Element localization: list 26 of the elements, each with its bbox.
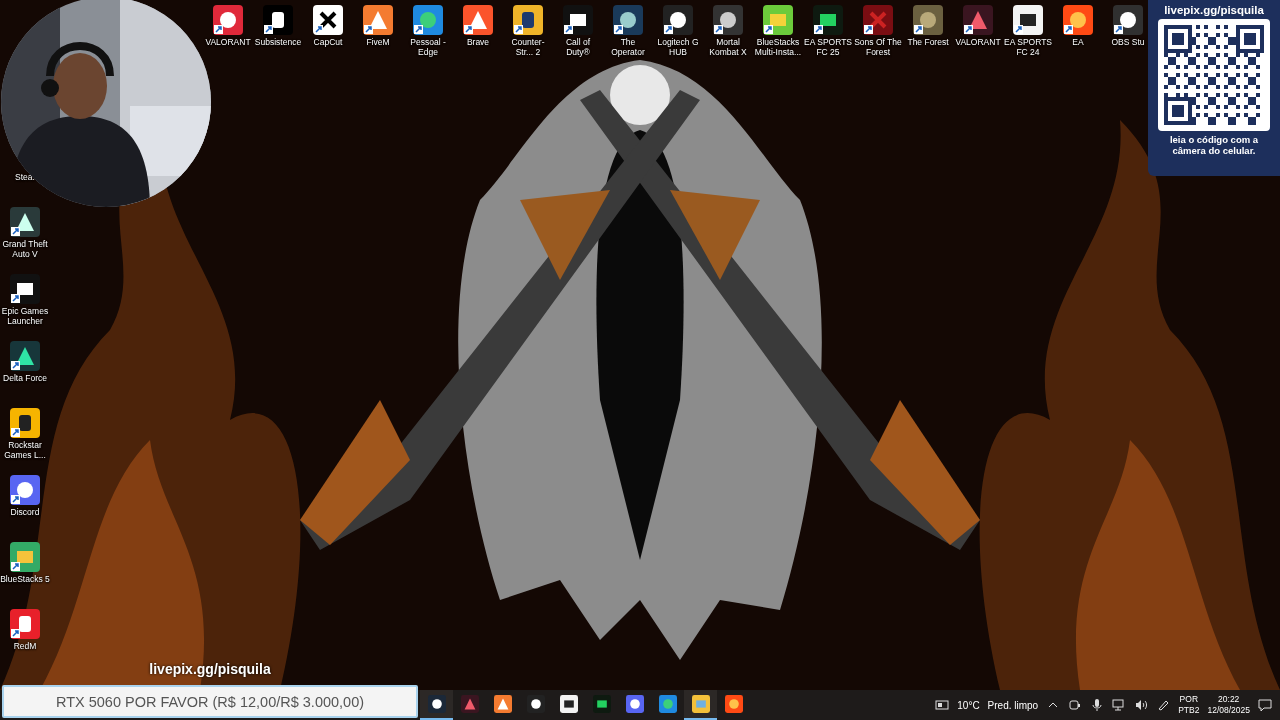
keyboard-layout[interactable]: PTB2 [1178,705,1200,716]
app-icon [493,695,512,713]
camera-icon[interactable] [1068,698,1083,712]
app-icon [724,695,743,713]
weather-condition: Pred. limpo [987,699,1039,711]
app-icon [559,695,578,713]
taskbar-app[interactable] [420,690,453,720]
input-language[interactable]: POR [1179,694,1199,705]
network-icon[interactable] [1112,698,1127,712]
microphone-icon[interactable] [1090,698,1105,712]
clock-date[interactable]: 12/08/2025 [1207,705,1250,716]
speaker-icon[interactable] [1134,698,1149,712]
app-icon [526,695,545,713]
app-icon [460,695,479,713]
app-icon [691,695,710,713]
app-icon [625,695,644,713]
taskbar-app[interactable] [684,690,717,720]
app-icon [427,695,446,713]
notification-icon[interactable] [1258,698,1272,712]
temperature: 10°C [957,699,980,711]
app-icon [592,695,611,713]
app-icon [658,695,677,713]
weather-icon[interactable] [935,698,950,712]
clock-time[interactable]: 20:22 [1218,694,1240,705]
pen-icon[interactable] [1156,698,1171,712]
donation-goal-bar: RTX 5060 POR FAVOR (R$ 12,00/R$ 3.000,00) [2,685,418,718]
